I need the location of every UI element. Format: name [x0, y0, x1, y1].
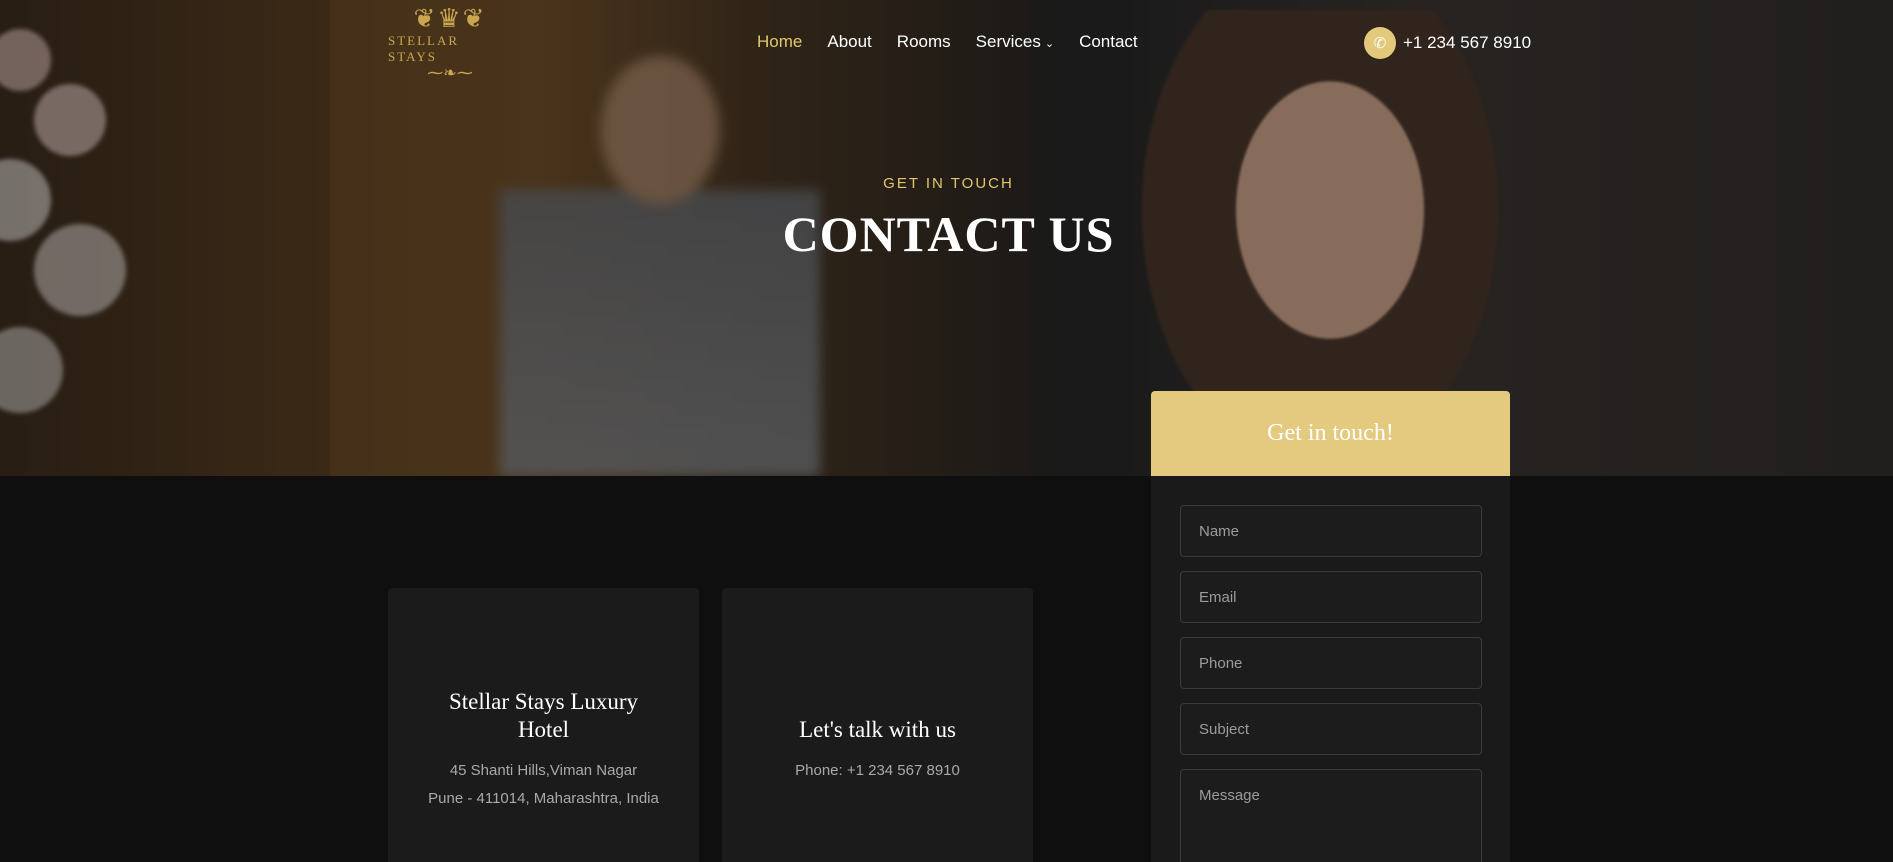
address-card-title: Stellar Stays Luxury Hotel [448, 689, 639, 742]
subject-input[interactable]: Subject [1180, 703, 1482, 755]
nav-services-label: Services [975, 32, 1041, 51]
hero-kicker: GET IN TOUCH [883, 175, 1014, 192]
form-title: Get in touch! [1151, 391, 1510, 476]
email-input[interactable]: Email [1180, 571, 1482, 623]
talk-card-phone: Phone: +1 234 567 8910 [795, 762, 960, 779]
nav-about[interactable]: About [827, 32, 871, 52]
header-phone-number: +1 234 567 8910 [1403, 33, 1532, 52]
chevron-down-icon: ⌄ [1044, 37, 1055, 50]
site-logo[interactable]: ❦♛❦ STELLAR STAYS ⁓❧⁓ [388, 2, 512, 86]
page-title: CONTACT US [782, 206, 1115, 262]
header-phone[interactable]: ✆ +1 234 567 8910 [1364, 27, 1531, 59]
nav-home[interactable]: Home [757, 32, 802, 52]
nav-contact-label: Contact [1079, 32, 1138, 51]
nav-rooms[interactable]: Rooms [897, 32, 951, 52]
nav-contact[interactable]: Contact [1079, 32, 1138, 52]
logo-flourish-icon: ⁓❧⁓ [427, 65, 473, 82]
nav-home-label: Home [757, 32, 803, 51]
phone-input[interactable]: Phone [1180, 637, 1482, 689]
talk-card: Let's talk with us Phone: +1 234 567 891… [722, 588, 1033, 862]
talk-card-title: Let's talk with us [799, 717, 956, 742]
nav-rooms-label: Rooms [896, 32, 951, 51]
nav-services[interactable]: Services ⌄ [976, 32, 1054, 52]
contact-form: Get in touch! Name Email Phone Subject M… [1151, 391, 1510, 862]
address-line-2: Pune - 411014, Maharashtra, India [428, 790, 659, 807]
nav-about-label: About [827, 32, 872, 51]
logo-crest-icon: ❦♛❦ [413, 3, 487, 33]
phone-icon: ✆ [1364, 27, 1396, 59]
message-textarea[interactable]: Message [1180, 769, 1482, 862]
address-card: Stellar Stays Luxury Hotel 45 Shanti Hil… [388, 588, 699, 862]
name-input[interactable]: Name [1180, 505, 1482, 557]
logo-text: STELLAR STAYS [388, 33, 460, 64]
main-nav: Home About Rooms Services ⌄ Contact [757, 32, 1163, 52]
address-line-1: 45 Shanti Hills,Viman Nagar [449, 762, 638, 779]
